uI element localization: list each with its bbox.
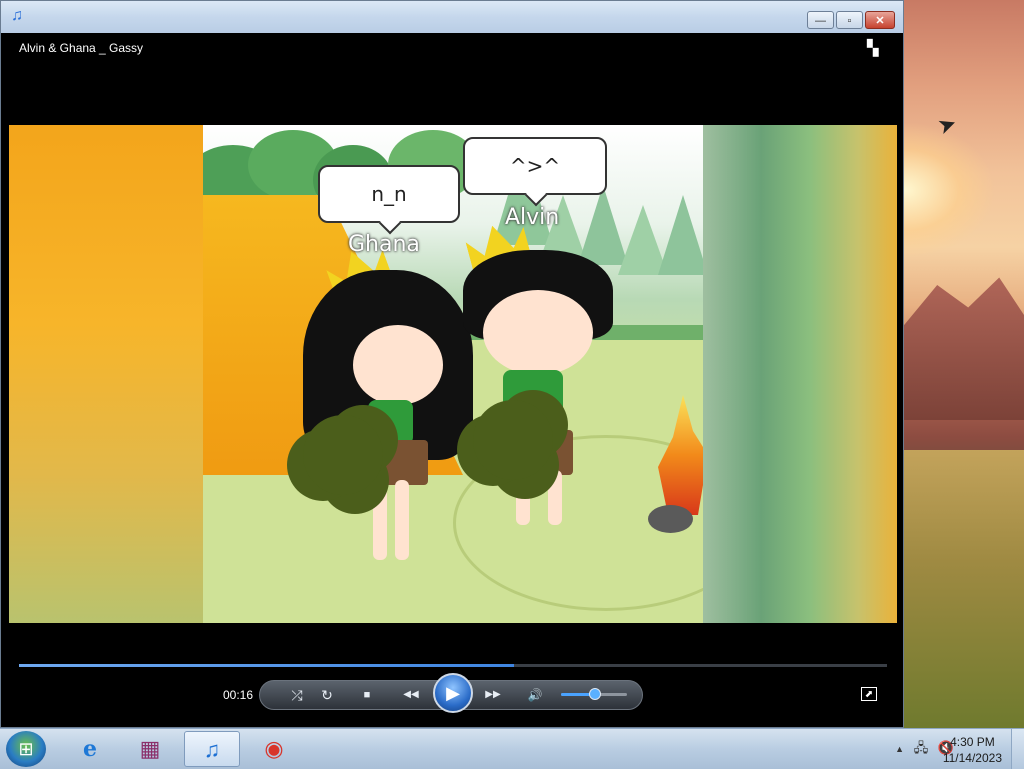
maximize-button[interactable]: ▫ [836, 11, 863, 29]
stop-button[interactable]: ■ [356, 681, 378, 709]
gas-cloud [303, 415, 383, 495]
speech-bubble-alvin: ^>^ [463, 137, 607, 195]
next-button[interactable]: ▶▶ [476, 681, 510, 709]
alvin-face [483, 290, 593, 375]
chrome-icon[interactable]: ◉ [246, 731, 302, 767]
name-tag-alvin: Alvin [505, 205, 560, 230]
network-icon[interactable]: 🖧 [914, 740, 929, 755]
video-area[interactable]: n_n ^>^ Ghana Alvin [9, 125, 897, 623]
previous-button[interactable]: ◀◀ [394, 681, 428, 709]
clock-date: 11/14/2023 [942, 751, 1002, 765]
seek-bar-progress [19, 664, 514, 667]
window-controls: — ▫ ✕ [807, 11, 895, 29]
start-button[interactable]: ⊞ [6, 731, 46, 767]
wallpaper-field [900, 450, 1024, 728]
show-desktop-button[interactable] [1011, 729, 1024, 769]
media-player-window: ♫ — ▫ ✕ Alvin & Ghana _ Gassy ▚ n_n ^>^ … [0, 0, 904, 728]
minimize-button[interactable]: — [807, 11, 834, 29]
music-note-icon: ♫ [11, 7, 23, 24]
switch-to-library-icon[interactable]: ▚ [867, 39, 879, 57]
speech-bubble-ghana: n_n [318, 165, 460, 223]
repeat-button[interactable]: ↻ [316, 681, 338, 709]
ghana-leg [373, 480, 387, 560]
current-time: 00:16 [223, 688, 254, 702]
taskbar: ⊞ e ▦ ♫ ◉ ▲ 🖧 🔇 4:30 PM 11/14/2023 [0, 728, 1024, 769]
clock-time: 4:30 PM [950, 735, 995, 749]
gas-cloud [473, 400, 553, 480]
fullscreen-button[interactable]: ⬈ [861, 687, 877, 701]
video-blur-left [9, 125, 203, 623]
video-blur-right [703, 125, 897, 623]
video-frame: n_n ^>^ Ghana Alvin [203, 125, 703, 623]
title-bar[interactable]: ♫ — ▫ ✕ [1, 1, 903, 33]
show-hidden-icons-icon[interactable]: ▲ [895, 744, 904, 754]
internet-explorer-icon[interactable]: e [62, 731, 118, 767]
play-button[interactable]: ▶ [433, 673, 473, 713]
video-title: Alvin & Ghana _ Gassy [19, 41, 144, 55]
clock[interactable]: 4:30 PM 11/14/2023 [943, 734, 1002, 766]
seek-bar[interactable] [19, 664, 887, 667]
campfire-rock [648, 505, 693, 533]
close-button[interactable]: ✕ [865, 11, 895, 29]
ghana-leg [395, 480, 409, 560]
name-tag-ghana: Ghana [348, 232, 420, 257]
ghana-face [353, 325, 443, 405]
mute-button[interactable]: 🔊 [524, 681, 546, 709]
winrar-icon[interactable]: ▦ [122, 731, 178, 767]
media-player-taskbar-icon[interactable]: ♫ [184, 731, 240, 767]
alvin-leg [548, 470, 562, 525]
shuffle-button[interactable]: ⤮ [286, 681, 308, 709]
volume-slider-handle[interactable] [589, 688, 601, 700]
